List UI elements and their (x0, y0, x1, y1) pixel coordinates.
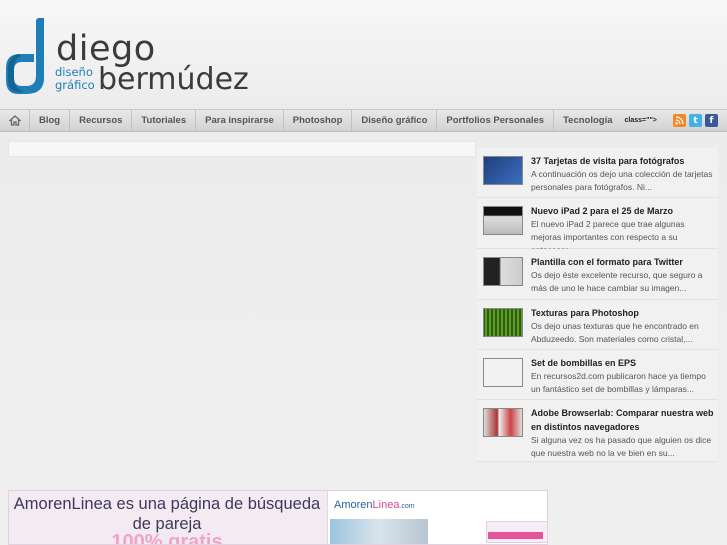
post-title[interactable]: 37 Tarjetas de visita para fotógrafos (531, 154, 718, 168)
nav-item-diseno-grafico[interactable]: Diseño gráfico (352, 110, 438, 131)
nav-item-tecnologia[interactable]: Tecnología (554, 110, 621, 131)
post-title[interactable]: Adobe Browserlab: Comparar nuestra web e… (531, 406, 718, 434)
main-nav: Blog Recursos Tutoriales Para inspirarse… (0, 109, 727, 132)
post-title[interactable]: Texturas para Photoshop (531, 306, 718, 320)
post-excerpt: En recursos2d.com publicaron hace ya tie… (531, 371, 706, 394)
post-thumbnail[interactable] (483, 206, 523, 235)
content-placeholder (8, 141, 476, 157)
list-item[interactable]: Texturas para Photoshop Os dejo unas tex… (477, 300, 718, 350)
list-item[interactable]: Nuevo iPad 2 para el 25 de Marzo El nuev… (477, 198, 718, 255)
social-links: t f (673, 114, 718, 127)
post-excerpt: Os dejo unas texturas que he encontrado … (531, 321, 699, 344)
ad-logo: AmorenLinea.com (334, 499, 415, 511)
ad-highlight: 100% gratis (111, 531, 223, 545)
list-item[interactable]: Plantilla con el formato para Twitter Os… (477, 249, 718, 300)
nav-item-photoshop[interactable]: Photoshop (284, 110, 353, 131)
home-icon (8, 115, 21, 126)
nav-item-para-inspirarse[interactable]: Para inspirarse (196, 110, 284, 131)
twitter-icon[interactable]: t (689, 114, 702, 127)
post-thumbnail[interactable] (483, 408, 523, 437)
post-title[interactable]: Set de bombillas en EPS (531, 356, 718, 370)
list-item[interactable]: Adobe Browserlab: Comparar nuestra web e… (477, 400, 718, 462)
nav-home-button[interactable] (0, 110, 30, 131)
nav-item-recursos[interactable]: Recursos (70, 110, 133, 131)
ad-photo (330, 519, 428, 544)
ad-signup-button[interactable] (488, 532, 543, 539)
post-excerpt: A continuación os dejo una colección de … (531, 169, 713, 192)
ad-logo-part3: .com (399, 503, 415, 510)
facebook-icon[interactable]: f (705, 114, 718, 127)
post-title[interactable]: Nuevo iPad 2 para el 25 de Marzo (531, 204, 718, 218)
post-thumbnail[interactable] (483, 358, 523, 387)
ad-logo-part1: Amoren (334, 499, 373, 511)
ad-headline: AmorenLinea es una página de búsqueda de… (13, 495, 321, 533)
nav-item-blog[interactable]: Blog (30, 110, 71, 131)
post-thumbnail[interactable] (483, 308, 523, 337)
ad-logo-part2: Linea (372, 499, 400, 511)
list-item[interactable]: 37 Tarjetas de visita para fotógrafos A … (477, 148, 718, 198)
logo-subtitle-line2: gráfico (55, 78, 95, 92)
list-item[interactable]: Set de bombillas en EPS En recursos2d.co… (477, 350, 718, 400)
site-header: diego diseño gráfico bermúdez (0, 0, 727, 108)
recent-posts-list: 37 Tarjetas de visita para fotógrafos A … (477, 148, 718, 462)
post-title[interactable]: Plantilla con el formato para Twitter (531, 255, 718, 269)
nav-extra-text: class=""> (624, 117, 657, 124)
rss-icon[interactable] (673, 114, 686, 127)
logo-name-first[interactable]: diego (56, 32, 156, 67)
post-excerpt: Si alguna vez os ha pasado que alguien o… (531, 435, 712, 458)
ad-preview: AmorenLinea.com (327, 491, 547, 544)
post-thumbnail[interactable] (483, 257, 523, 286)
nav-item-tutoriales[interactable]: Tutoriales (132, 110, 197, 131)
logo-name-last[interactable]: bermúdez (98, 65, 249, 95)
post-thumbnail[interactable] (483, 156, 523, 185)
post-excerpt: Os dejo éste excelente recurso, que segu… (531, 270, 703, 293)
ad-banner[interactable]: AmorenLinea es una página de búsqueda de… (8, 490, 548, 545)
logo-subtitle: diseño gráfico (55, 66, 95, 92)
logo-d-mark-icon[interactable] (4, 16, 48, 96)
nav-item-portfolios-personales[interactable]: Portfolios Personales (437, 110, 555, 131)
